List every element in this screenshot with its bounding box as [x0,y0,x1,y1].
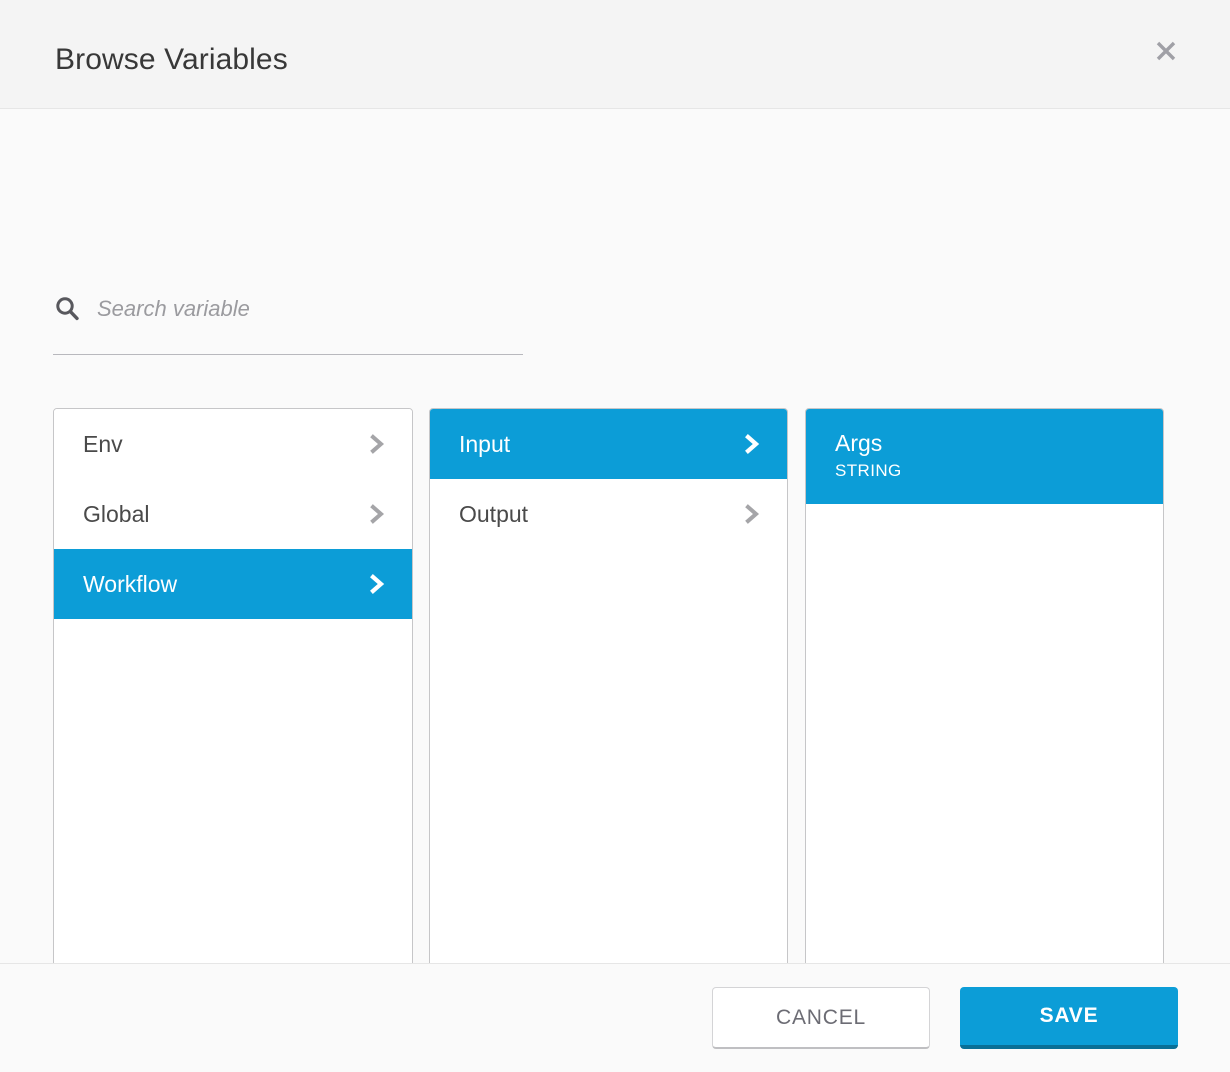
list-item-selected[interactable]: Workflow [54,549,412,619]
scope-column: Env Global Workflow [53,408,413,1020]
list-item-labels: Output [459,500,729,528]
variable-column-list: Args STRING [806,409,1163,504]
chevron-right-icon [741,501,765,527]
dialog-header: Browse Variables [0,0,1230,109]
list-item-label: Args [835,430,883,456]
chevron-right-icon [366,501,390,527]
close-icon [1153,38,1179,64]
list-item-label: Env [83,431,123,457]
close-button[interactable] [1145,30,1187,72]
list-item-labels: Input [459,430,729,458]
chevron-right-icon [366,571,390,597]
search-icon [53,293,83,325]
chevron-right-icon [366,431,390,457]
variable-column: Args STRING [805,408,1164,1020]
save-button[interactable]: SAVE [960,987,1178,1049]
list-item-selected[interactable]: Input [430,409,787,479]
list-item-label: Workflow [83,571,178,597]
scope-column-list: Env Global Workflow [54,409,412,619]
dialog-footer: CANCEL SAVE [0,963,1230,1072]
list-item-label: Output [459,501,529,527]
list-item-labels: Workflow [83,570,354,598]
variable-browser-columns: Env Global Workflow Input Output Args ST… [53,408,1164,1020]
list-item-labels: Env [83,430,354,458]
list-item-label: Input [459,431,511,457]
page-title: Browse Variables [55,43,288,76]
search-input[interactable] [97,291,523,327]
chevron-right-icon [741,431,765,457]
list-item-labels: Global [83,500,354,528]
browse-variables-dialog: Browse Variables Search variable Env Glo… [0,0,1230,1072]
direction-column-list: Input Output [430,409,787,549]
list-item-type: STRING [835,461,902,480]
search-row[interactable] [53,287,523,355]
direction-column: Input Output [429,408,788,1020]
list-item-labels: Args STRING [835,429,1141,483]
dialog-body: Env Global [0,109,1230,1020]
list-item-selected[interactable]: Args STRING [806,409,1163,504]
list-item[interactable]: Env [54,409,412,479]
cancel-button[interactable]: CANCEL [712,987,930,1049]
list-item-label: Global [83,501,150,527]
list-item[interactable]: Global [54,479,412,549]
list-item[interactable]: Output [430,479,787,549]
